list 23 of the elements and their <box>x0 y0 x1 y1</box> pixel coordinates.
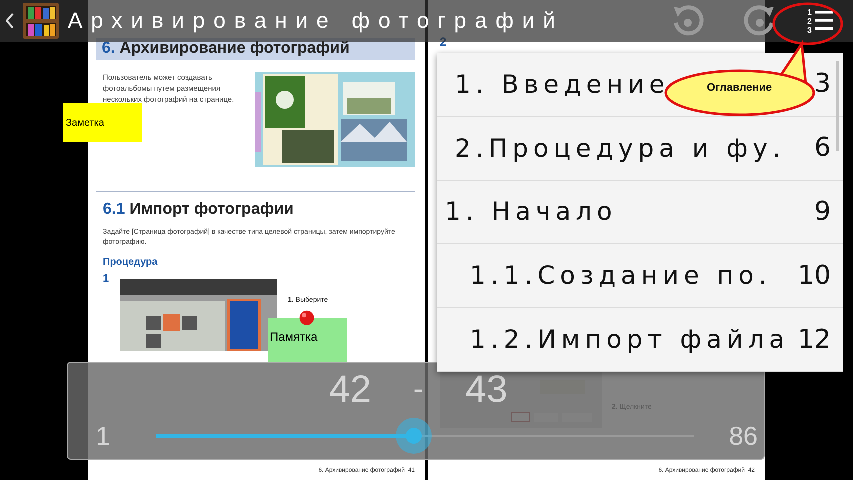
contents-item[interactable]: 1.1.Создание по. 10 <box>437 244 843 308</box>
page-to: 43 <box>466 369 508 412</box>
step-number: 1 <box>103 273 110 287</box>
contents-item[interactable]: 1.2.Импорт файла 12 <box>437 308 843 372</box>
sticky-note[interactable]: Памятка <box>268 318 347 362</box>
section-title: 6.1 Импорт фотографии <box>102 201 295 219</box>
procedure-heading: Процедура <box>102 257 159 268</box>
range-separator: - <box>414 373 424 408</box>
sticky-note[interactable]: Заметка <box>63 103 142 142</box>
page-slider[interactable] <box>156 418 694 454</box>
document-title: Архивирование фотографий <box>68 8 564 34</box>
highlight-ring <box>772 2 844 46</box>
bookshelf-icon[interactable] <box>22 2 60 40</box>
slider-thumb[interactable] <box>396 418 432 454</box>
max-page: 86 <box>728 420 759 452</box>
page-from: 42 <box>329 369 372 412</box>
pin-icon <box>298 310 316 328</box>
callout-label: Оглавление <box>707 82 772 94</box>
list-icon <box>815 9 833 33</box>
back-icon[interactable] <box>6 13 14 29</box>
scrollbar[interactable] <box>836 61 839 151</box>
min-page: 1 <box>95 420 112 452</box>
contents-item[interactable]: 1. Начало 9 <box>437 180 843 244</box>
